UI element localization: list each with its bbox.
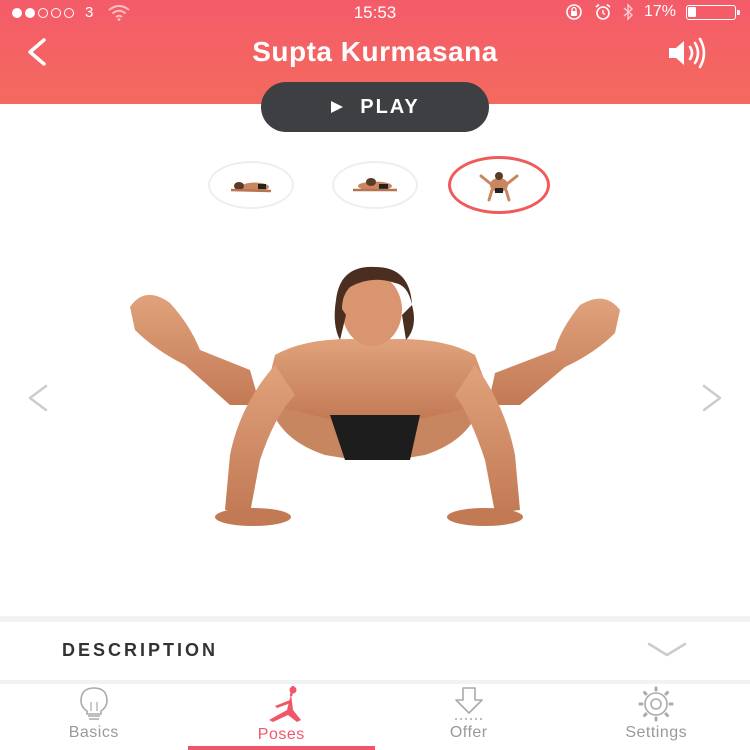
- pose-thumb-figure: [230, 182, 272, 193]
- pose-thumbnail-2[interactable]: [332, 161, 418, 209]
- tab-label: Basics: [68, 724, 119, 741]
- pose-thumbnail-1[interactable]: [208, 161, 294, 209]
- prev-pose-arrow[interactable]: [22, 380, 52, 416]
- play-button[interactable]: PLAY: [261, 82, 489, 132]
- tab-offer[interactable]: Offer: [375, 684, 563, 750]
- tab-basics[interactable]: Basics: [0, 684, 188, 750]
- tab-label: Poses: [257, 726, 305, 743]
- speaker-icon[interactable]: [666, 36, 710, 70]
- yoga-pose-icon: [269, 686, 302, 722]
- battery-percent: 17%: [643, 3, 676, 20]
- pose-thumbnail-3[interactable]: [448, 156, 550, 214]
- battery-level: [688, 6, 696, 17]
- play-triangle-icon: [331, 101, 344, 113]
- play-label: PLAY: [360, 95, 420, 118]
- app-screen: 3 15:53 17% Supta Kurmasana PLAY DESCRIP…: [0, 0, 750, 750]
- gear-icon: [638, 686, 674, 722]
- pose-image: [130, 266, 620, 526]
- chevron-down-icon: [647, 642, 687, 657]
- bluetooth-icon: [623, 3, 633, 21]
- active-tab-indicator: [187, 746, 375, 750]
- description-toggle[interactable]: DESCRIPTION: [0, 622, 750, 680]
- tab-label: Offer: [449, 724, 488, 741]
- battery-icon: [686, 4, 740, 20]
- status-bar: 3 15:53 17%: [0, 0, 750, 26]
- description-label: DESCRIPTION: [62, 640, 219, 660]
- status-right: 17%: [564, 3, 740, 21]
- pose-thumb-figure: [479, 172, 519, 202]
- alarm-icon: [595, 3, 611, 20]
- page-title: Supta Kurmasana: [252, 36, 498, 67]
- tab-settings[interactable]: Settings: [563, 684, 750, 750]
- tab-label: Settings: [625, 724, 688, 741]
- tab-poses[interactable]: Poses: [187, 684, 375, 750]
- download-arrow-icon: [454, 687, 483, 720]
- pose-thumb-figure: [353, 178, 397, 192]
- tab-bar: Basics Poses Offer Settings: [0, 684, 750, 750]
- rotation-lock-icon: [566, 4, 582, 20]
- lightbulb-icon: [79, 687, 108, 720]
- next-pose-arrow[interactable]: [698, 380, 728, 416]
